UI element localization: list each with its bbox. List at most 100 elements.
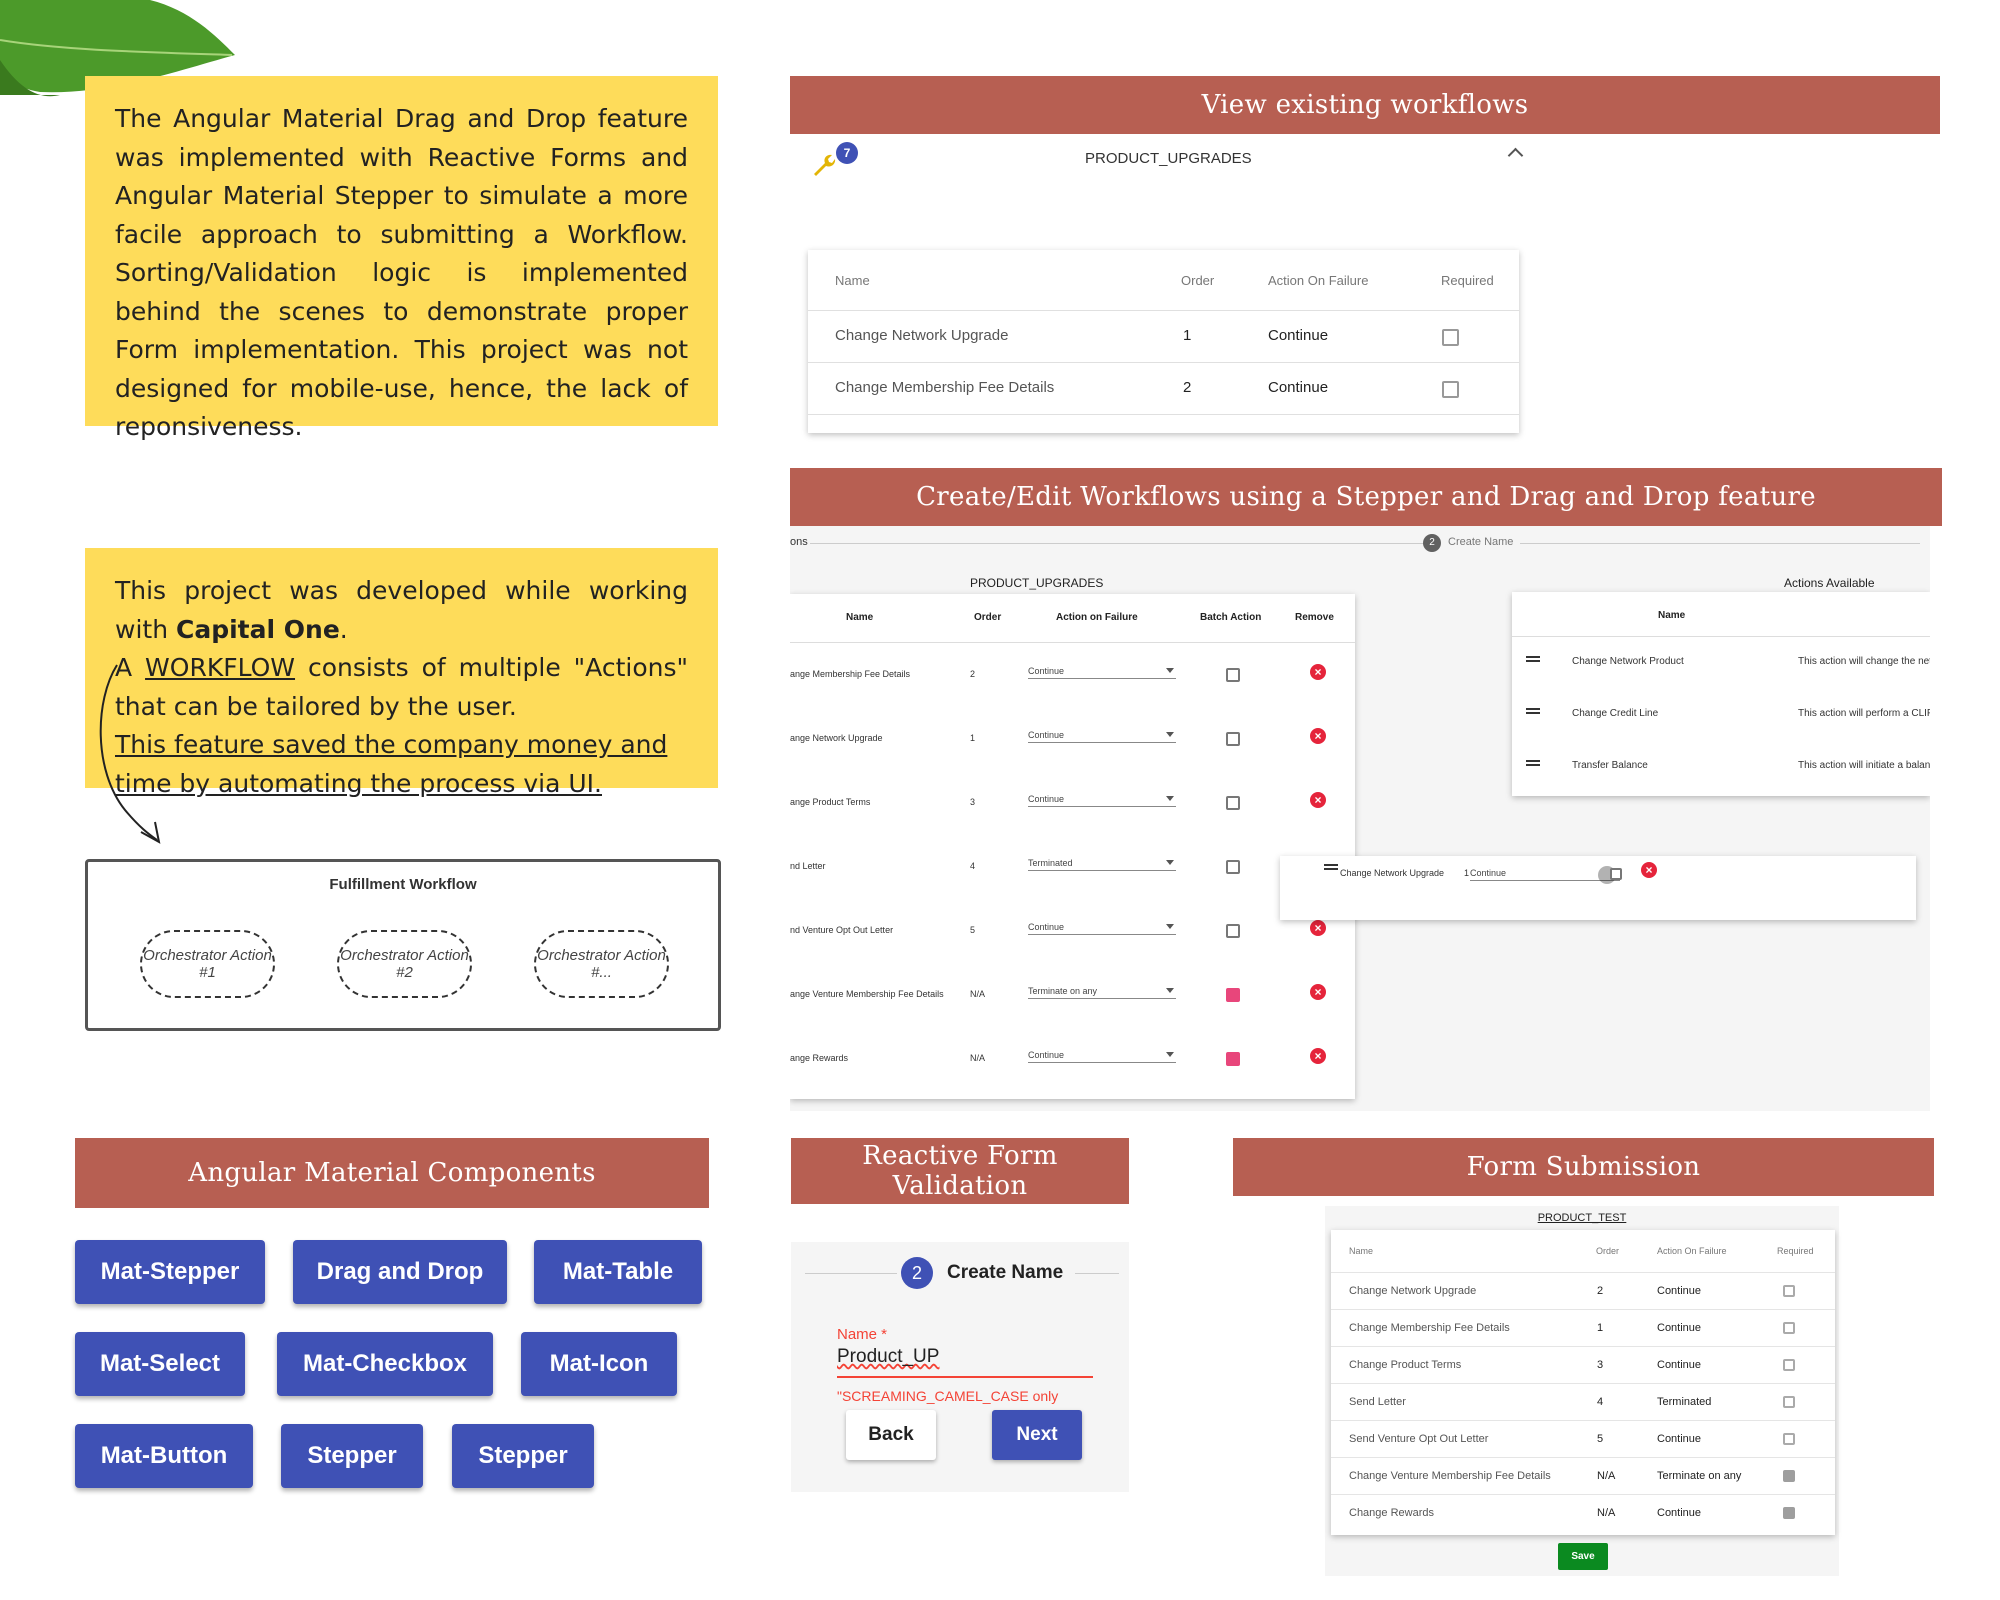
available-desc: This action will change the net xyxy=(1798,656,1930,667)
required-checkbox[interactable] xyxy=(1783,1507,1795,1519)
failure-select[interactable]: Continue xyxy=(1028,666,1176,679)
remove-icon[interactable]: × xyxy=(1641,862,1657,878)
table-row[interactable]: ange Network Upgrade 1 Continue × xyxy=(790,706,1355,770)
remove-icon[interactable]: × xyxy=(1310,984,1326,1000)
drag-handle-icon[interactable] xyxy=(1526,760,1540,766)
table-row: Send Letter 4 Terminated xyxy=(1331,1383,1835,1421)
component-chip-mat-table[interactable]: Mat-Table xyxy=(534,1240,702,1304)
batch-checkbox[interactable] xyxy=(1226,988,1240,1002)
remove-icon[interactable]: × xyxy=(1310,792,1326,808)
batch-checkbox[interactable] xyxy=(1226,732,1240,746)
required-checkbox[interactable] xyxy=(1783,1285,1795,1297)
required-checkbox[interactable] xyxy=(1783,1433,1795,1445)
table-row[interactable]: ange Rewards N/A Continue × xyxy=(790,1026,1355,1090)
component-chip-stepper[interactable]: Stepper xyxy=(452,1424,594,1488)
component-chip-drag-and-drop[interactable]: Drag and Drop xyxy=(293,1240,507,1304)
failure-select[interactable]: Continue xyxy=(1028,730,1176,743)
dragging-order: 1 xyxy=(1464,868,1470,878)
dragging-row[interactable]: Change Network Upgrade 1 Continue × xyxy=(1280,856,1916,920)
batch-checkbox[interactable] xyxy=(1226,796,1240,810)
required-checkbox[interactable] xyxy=(1783,1359,1795,1371)
submission-banner: Form Submission xyxy=(1233,1138,1934,1196)
curved-arrow xyxy=(99,664,161,844)
remove-icon[interactable]: × xyxy=(1310,1048,1326,1064)
actions-available-table: Name Change Network Product This action … xyxy=(1512,592,1930,796)
stepper-step-fragment: ons xyxy=(790,536,808,548)
next-button[interactable]: Next xyxy=(992,1410,1082,1460)
remove-icon[interactable]: × xyxy=(1310,664,1326,680)
drag-handle-icon[interactable] xyxy=(1526,656,1540,662)
col-batch-header: Batch Action xyxy=(1200,612,1262,623)
required-checkbox[interactable] xyxy=(1442,381,1459,398)
table-row[interactable]: ange Product Terms 3 Continue × xyxy=(790,770,1355,834)
batch-checkbox[interactable] xyxy=(1226,668,1240,682)
col-order-header: Order xyxy=(1181,273,1215,288)
workflow-expansion-header[interactable]: 7 PRODUCT_UPGRADES xyxy=(790,134,1940,184)
failure-select[interactable]: Terminated xyxy=(1028,858,1176,871)
stepper-step-number[interactable]: 2 xyxy=(1423,534,1441,552)
drag-handle-icon[interactable] xyxy=(1324,864,1338,870)
row-order: N/A xyxy=(970,989,986,999)
back-button[interactable]: Back xyxy=(846,1410,936,1460)
component-chip-mat-stepper[interactable]: Mat-Stepper xyxy=(75,1240,265,1304)
row-order: 1 xyxy=(1597,1322,1604,1334)
table-row[interactable]: ange Membership Fee Details 2 Continue × xyxy=(790,642,1355,706)
table-row: Change Rewards N/A Continue xyxy=(1331,1494,1835,1532)
batch-checkbox[interactable] xyxy=(1226,924,1240,938)
validation-step-label[interactable]: Create Name xyxy=(947,1262,1063,1284)
batch-checkbox[interactable] xyxy=(1226,860,1240,874)
component-chip-mat-select[interactable]: Mat-Select xyxy=(75,1332,245,1396)
batch-checkbox[interactable] xyxy=(1226,1052,1240,1066)
component-chip-stepper[interactable]: Stepper xyxy=(281,1424,423,1488)
col-order-header: Order xyxy=(1596,1246,1620,1256)
table-row[interactable]: nd Venture Opt Out Letter 5 Continue × xyxy=(790,898,1355,962)
saved-money-text: This feature saved the company money and… xyxy=(115,730,668,798)
remove-icon[interactable]: × xyxy=(1310,920,1326,936)
failure-select[interactable]: Continue xyxy=(1028,794,1176,807)
table-row[interactable]: nd Letter 4 Terminated xyxy=(790,834,1355,898)
available-row[interactable]: Transfer Balance This action will initia… xyxy=(1512,740,1930,792)
failure-select[interactable]: Continue xyxy=(1028,1050,1176,1063)
failure-select[interactable]: Continue xyxy=(1028,922,1176,935)
required-checkbox[interactable] xyxy=(1783,1470,1795,1482)
row-name: nd Letter xyxy=(790,861,826,871)
dropdown-arrow-icon xyxy=(1166,988,1174,993)
required-checkbox[interactable] xyxy=(1442,329,1459,346)
remove-icon[interactable]: × xyxy=(1310,728,1326,744)
name-input[interactable]: Product_UP xyxy=(837,1346,1093,1378)
failure-select-value: Continue xyxy=(1470,868,1507,878)
component-chip-mat-checkbox[interactable]: Mat-Checkbox xyxy=(277,1332,493,1396)
row-order: 3 xyxy=(1597,1359,1604,1371)
existing-workflow-table: Name Order Action On Failure Required Ch… xyxy=(808,250,1519,433)
stepper-step-label[interactable]: Create Name xyxy=(1448,536,1513,548)
row-action: Continue xyxy=(1657,1322,1702,1334)
intro-note: The Angular Material Drag and Drop featu… xyxy=(85,76,718,441)
required-checkbox[interactable] xyxy=(1783,1396,1795,1408)
chevron-up-icon[interactable] xyxy=(1507,147,1524,164)
batch-checkbox[interactable] xyxy=(1610,868,1622,880)
drag-handle-icon[interactable] xyxy=(1526,708,1540,714)
available-row[interactable]: Change Network Product This action will … xyxy=(1512,636,1930,688)
col-name-header: Name xyxy=(835,273,870,288)
row-name: Change Rewards xyxy=(1349,1507,1434,1519)
dropdown-arrow-icon xyxy=(1166,860,1174,865)
row-order: 3 xyxy=(970,797,976,807)
table-row[interactable]: ange Venture Membership Fee Details N/A … xyxy=(790,962,1355,1026)
row-action: Continue xyxy=(1657,1285,1702,1297)
failure-select[interactable]: Terminate on any xyxy=(1028,986,1176,999)
dropdown-arrow-icon xyxy=(1166,668,1174,673)
table-row: Change Venture Membership Fee Details N/… xyxy=(1331,1457,1835,1495)
table-row: Change Product Terms 3 Continue xyxy=(1331,1346,1835,1384)
row-name: Change Network Upgrade xyxy=(1349,1285,1477,1297)
row-order: 4 xyxy=(1597,1396,1604,1408)
row-name: Change Product Terms xyxy=(1349,1359,1462,1371)
dropdown-arrow-icon xyxy=(1166,924,1174,929)
component-chip-mat-button[interactable]: Mat-Button xyxy=(75,1424,253,1488)
component-chip-mat-icon[interactable]: Mat-Icon xyxy=(521,1332,677,1396)
available-row[interactable]: Change Credit Line This action will perf… xyxy=(1512,688,1930,740)
save-button[interactable]: Save xyxy=(1558,1543,1608,1570)
validation-step-number[interactable]: 2 xyxy=(901,1257,933,1289)
workflow-actions-table: Name Order Action on Failure Batch Actio… xyxy=(790,594,1355,1099)
col-order-header: Order xyxy=(974,612,1002,623)
required-checkbox[interactable] xyxy=(1783,1322,1795,1334)
